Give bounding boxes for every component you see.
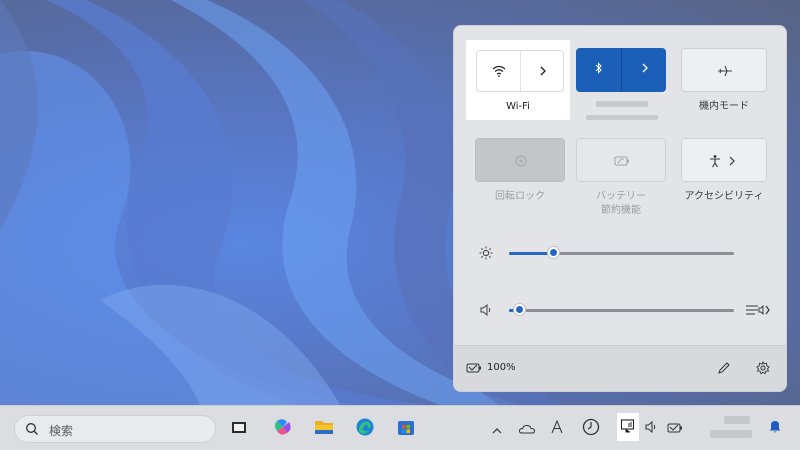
battery-saver-icon	[577, 139, 667, 183]
bluetooth-expand-button[interactable]	[622, 48, 667, 92]
wifi-icon	[492, 62, 506, 81]
bluetooth-toggle[interactable]	[576, 48, 621, 92]
audio-output-select-button[interactable]	[745, 302, 771, 318]
accessibility-icon	[708, 154, 722, 168]
wifi-toggle[interactable]	[477, 51, 520, 91]
bell-icon	[768, 418, 782, 438]
airplane-mode-label: 機内モード	[699, 101, 749, 112]
battery-icon	[667, 419, 683, 438]
copilot-button[interactable]	[270, 416, 296, 442]
battery-saver-tile[interactable]	[576, 138, 666, 182]
rotation-lock-tile[interactable]	[475, 138, 565, 182]
airplane-icon	[682, 49, 768, 93]
accessibility-tile[interactable]	[681, 138, 767, 182]
wifi-tile[interactable]	[476, 50, 564, 92]
clock-app-icon	[582, 418, 600, 440]
taskbar-search-box[interactable]: 検索	[14, 415, 216, 443]
bluetooth-tile[interactable]	[576, 48, 666, 92]
bluetooth-icon	[595, 62, 603, 78]
battery-saver-label-line2: 節約機能	[601, 205, 641, 216]
chevron-right-icon	[641, 62, 649, 78]
battery-tray-button[interactable]	[662, 415, 688, 441]
file-explorer-icon	[314, 418, 334, 440]
gear-icon[interactable]	[756, 361, 770, 375]
ime-a-icon	[550, 419, 564, 439]
chevron-up-icon	[492, 420, 502, 439]
brightness-slider-thumb[interactable]	[548, 247, 559, 258]
store-icon	[396, 417, 416, 441]
bluetooth-sublabel-blurred	[586, 115, 658, 120]
task-view-icon	[231, 419, 247, 439]
speaker-icon[interactable]	[479, 303, 493, 317]
clock-date-blurred[interactable]	[710, 430, 752, 438]
show-hidden-icons-button[interactable]	[484, 416, 510, 442]
battery-saver-label-line1: バッテリー	[596, 191, 646, 202]
onedrive-icon	[518, 420, 536, 439]
network-icon	[620, 418, 636, 438]
chevron-right-icon[interactable]	[728, 155, 736, 167]
wifi-label: Wi-Fi	[506, 101, 530, 112]
accessibility-label: アクセシビリティ	[684, 191, 764, 202]
volume-slider-track[interactable]	[509, 309, 734, 312]
wifi-expand-button[interactable]	[521, 51, 564, 91]
rotation-lock-icon	[476, 139, 566, 183]
file-explorer-button[interactable]	[311, 416, 337, 442]
edge-icon	[355, 417, 375, 441]
clock-app-button[interactable]	[578, 416, 604, 442]
volume-button[interactable]	[638, 415, 664, 441]
chevron-right-icon	[539, 62, 547, 81]
copilot-icon	[273, 417, 293, 441]
pencil-icon[interactable]	[717, 361, 731, 375]
volume-slider-thumb[interactable]	[514, 304, 525, 315]
task-view-button[interactable]	[226, 416, 252, 442]
bluetooth-label-blurred	[596, 101, 648, 107]
search-icon	[25, 422, 39, 436]
brightness-icon	[479, 246, 493, 260]
battery-percentage: 100%	[487, 362, 516, 373]
notifications-button[interactable]	[762, 415, 788, 441]
search-placeholder: 検索	[49, 424, 74, 438]
onedrive-button[interactable]	[514, 416, 540, 442]
edge-button[interactable]	[352, 416, 378, 442]
airplane-mode-tile[interactable]	[681, 48, 767, 92]
battery-icon[interactable]	[466, 362, 482, 374]
store-button[interactable]	[393, 416, 419, 442]
rotation-lock-label: 回転ロック	[495, 191, 545, 202]
clock-time-blurred[interactable]	[724, 416, 750, 424]
ime-button[interactable]	[544, 416, 570, 442]
speaker-icon	[644, 419, 658, 438]
